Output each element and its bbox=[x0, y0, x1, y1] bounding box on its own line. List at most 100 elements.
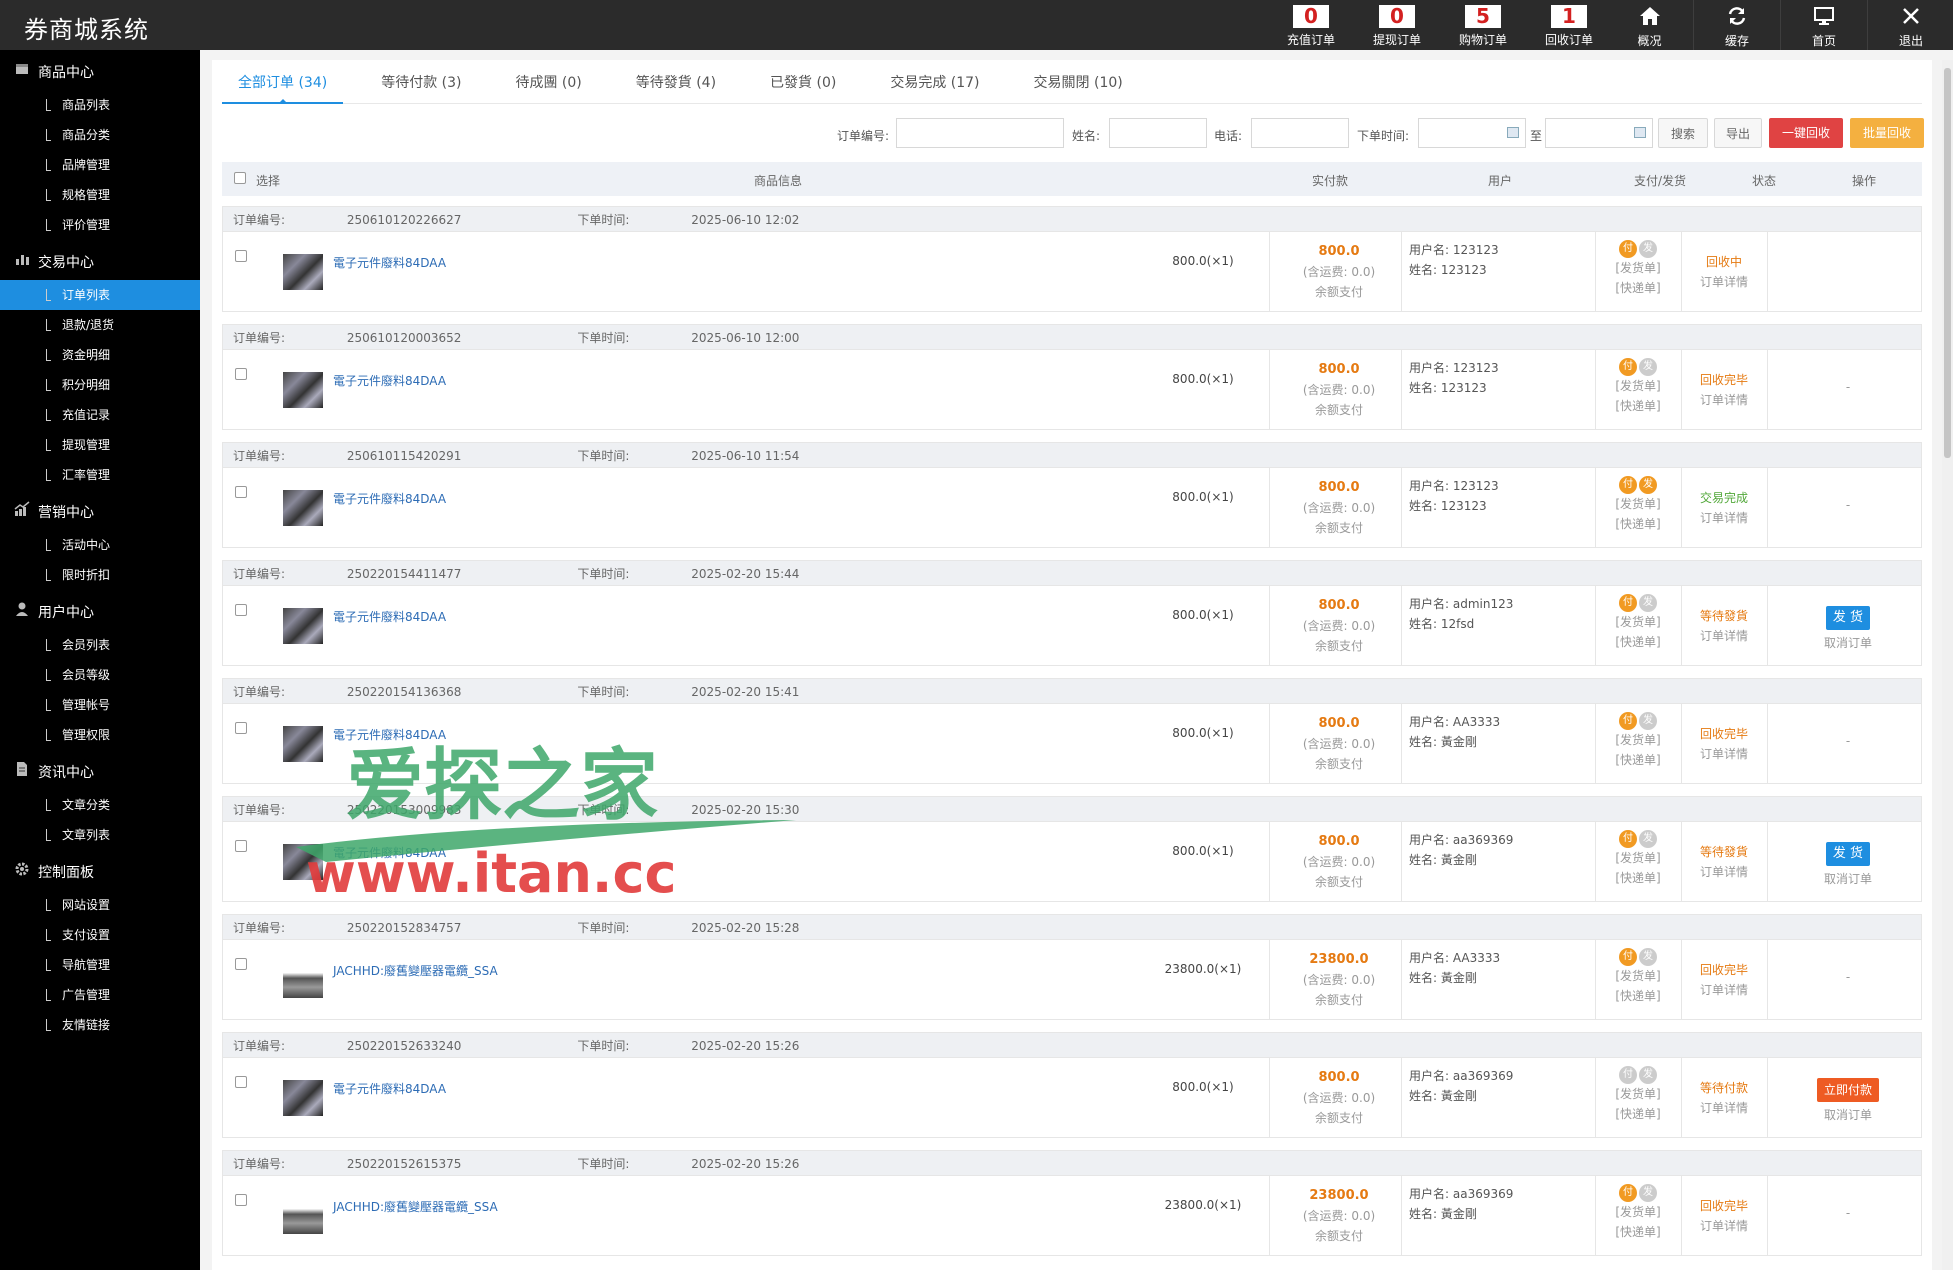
shipping-bill-link[interactable]: [发货单] bbox=[1603, 848, 1673, 868]
sidebar-group-header[interactable]: 用户中心 bbox=[0, 596, 200, 630]
express-bill-link[interactable]: [快递单] bbox=[1603, 514, 1673, 534]
cancel-order-link[interactable]: 取消订单 bbox=[1773, 870, 1923, 887]
express-bill-link[interactable]: [快递单] bbox=[1603, 1104, 1673, 1124]
ship-button[interactable]: 发 货 bbox=[1826, 842, 1870, 866]
order-detail-link[interactable]: 订单详情 bbox=[1689, 390, 1759, 410]
sidebar-item[interactable]: 会员列表 bbox=[0, 630, 200, 660]
tab-order-status[interactable]: 全部订单 (34) bbox=[222, 66, 344, 104]
sidebar-item[interactable]: 文章列表 bbox=[0, 820, 200, 850]
product-thumbnail[interactable] bbox=[283, 372, 323, 408]
counter-recycle-orders[interactable]: 1 回收订单 bbox=[1526, 0, 1612, 50]
express-bill-link[interactable]: [快递单] bbox=[1603, 632, 1673, 652]
product-thumbnail[interactable] bbox=[283, 726, 323, 762]
shipping-bill-link[interactable]: [发货单] bbox=[1603, 376, 1673, 396]
phone-input[interactable] bbox=[1251, 118, 1349, 148]
product-thumbnail[interactable] bbox=[283, 254, 323, 290]
sidebar-item[interactable]: 汇率管理 bbox=[0, 460, 200, 490]
product-name-link[interactable]: 電子元件廢料84DAA bbox=[333, 726, 446, 743]
end-date-input[interactable] bbox=[1545, 118, 1653, 148]
product-thumbnail[interactable] bbox=[283, 608, 323, 644]
nav-logout[interactable]: 退出 bbox=[1867, 0, 1953, 50]
order-detail-link[interactable]: 订单详情 bbox=[1689, 1098, 1759, 1118]
sidebar-item[interactable]: 退款/退货 bbox=[0, 310, 200, 340]
ship-button[interactable]: 发 货 bbox=[1826, 606, 1870, 630]
order-detail-link[interactable]: 订单详情 bbox=[1689, 272, 1759, 292]
scrollbar-thumb[interactable] bbox=[1944, 68, 1951, 458]
sidebar-item[interactable]: 规格管理 bbox=[0, 180, 200, 210]
shipping-bill-link[interactable]: [发货单] bbox=[1603, 1202, 1673, 1222]
sidebar-item[interactable]: 提现管理 bbox=[0, 430, 200, 460]
product-thumbnail[interactable] bbox=[283, 962, 323, 998]
sidebar-item[interactable]: 友情链接 bbox=[0, 1010, 200, 1040]
sidebar-item[interactable]: 管理帐号 bbox=[0, 690, 200, 720]
express-bill-link[interactable]: [快递单] bbox=[1603, 1222, 1673, 1242]
sidebar-item[interactable]: 积分明细 bbox=[0, 370, 200, 400]
sidebar-item[interactable]: 广告管理 bbox=[0, 980, 200, 1010]
tab-order-status[interactable]: 待成團 (0) bbox=[499, 66, 597, 104]
order-checkbox[interactable] bbox=[235, 1076, 247, 1088]
sidebar-item[interactable]: 导航管理 bbox=[0, 950, 200, 980]
sidebar-item[interactable]: 活动中心 bbox=[0, 530, 200, 560]
product-name-link[interactable]: JACHHD:廢舊變壓器電纜_SSA bbox=[333, 962, 498, 979]
order-checkbox[interactable] bbox=[235, 250, 247, 262]
sidebar-item[interactable]: 商品分类 bbox=[0, 120, 200, 150]
counter-withdraw-orders[interactable]: 0 提现订单 bbox=[1354, 0, 1440, 50]
sidebar-item[interactable]: 会员等级 bbox=[0, 660, 200, 690]
sidebar-group-header[interactable]: 营销中心 bbox=[0, 496, 200, 530]
sidebar-item[interactable]: 资金明细 bbox=[0, 340, 200, 370]
select-all-checkbox[interactable] bbox=[234, 172, 246, 184]
product-name-link[interactable]: JACHHD:廢舊變壓器電纜_SSA bbox=[333, 1198, 498, 1215]
sidebar-item[interactable]: 商品列表 bbox=[0, 90, 200, 120]
one-click-recycle-button[interactable]: 一键回收 bbox=[1769, 118, 1843, 148]
order-detail-link[interactable]: 订单详情 bbox=[1689, 744, 1759, 764]
tab-order-status[interactable]: 交易完成 (17) bbox=[874, 66, 995, 104]
tab-order-status[interactable]: 等待發貨 (4) bbox=[620, 66, 732, 104]
counter-shopping-orders[interactable]: 5 购物订单 bbox=[1440, 0, 1526, 50]
product-thumbnail[interactable] bbox=[283, 844, 323, 880]
sidebar-group-header[interactable]: 交易中心 bbox=[0, 246, 200, 280]
sidebar-item[interactable]: 文章分类 bbox=[0, 790, 200, 820]
order-checkbox[interactable] bbox=[235, 1194, 247, 1206]
sidebar-item[interactable]: 支付设置 bbox=[0, 920, 200, 950]
shipping-bill-link[interactable]: [发货单] bbox=[1603, 1084, 1673, 1104]
product-name-link[interactable]: 電子元件廢料84DAA bbox=[333, 844, 446, 861]
shipping-bill-link[interactable]: [发货单] bbox=[1603, 730, 1673, 750]
express-bill-link[interactable]: [快递单] bbox=[1603, 278, 1673, 298]
product-name-link[interactable]: 電子元件廢料84DAA bbox=[333, 372, 446, 389]
order-checkbox[interactable] bbox=[235, 840, 247, 852]
pay-now-button[interactable]: 立即付款 bbox=[1817, 1078, 1879, 1102]
product-name-link[interactable]: 電子元件廢料84DAA bbox=[333, 608, 446, 625]
order-checkbox[interactable] bbox=[235, 368, 247, 380]
counter-recharge-orders[interactable]: 0 充值订单 bbox=[1268, 0, 1354, 50]
sidebar-group-header[interactable]: 商品中心 bbox=[0, 56, 200, 90]
order-detail-link[interactable]: 订单详情 bbox=[1689, 980, 1759, 1000]
nav-overview[interactable]: 概况 bbox=[1606, 0, 1693, 50]
order-checkbox[interactable] bbox=[235, 958, 247, 970]
order-checkbox[interactable] bbox=[235, 722, 247, 734]
product-name-link[interactable]: 電子元件廢料84DAA bbox=[333, 490, 446, 507]
nav-home[interactable]: 首页 bbox=[1780, 0, 1867, 50]
order-detail-link[interactable]: 订单详情 bbox=[1689, 508, 1759, 528]
sidebar-item[interactable]: 限时折扣 bbox=[0, 560, 200, 590]
sidebar-item[interactable]: 订单列表 bbox=[0, 280, 200, 310]
tab-order-status[interactable]: 等待付款 (3) bbox=[365, 66, 477, 104]
nav-cache[interactable]: 缓存 bbox=[1693, 0, 1780, 50]
order-detail-link[interactable]: 订单详情 bbox=[1689, 626, 1759, 646]
shipping-bill-link[interactable]: [发货单] bbox=[1603, 966, 1673, 986]
tab-order-status[interactable]: 已發貨 (0) bbox=[754, 66, 852, 104]
batch-recycle-button[interactable]: 批量回收 bbox=[1850, 118, 1924, 148]
name-input[interactable] bbox=[1109, 118, 1207, 148]
express-bill-link[interactable]: [快递单] bbox=[1603, 396, 1673, 416]
express-bill-link[interactable]: [快递单] bbox=[1603, 986, 1673, 1006]
sidebar-item[interactable]: 网站设置 bbox=[0, 890, 200, 920]
sidebar-item[interactable]: 管理权限 bbox=[0, 720, 200, 750]
product-thumbnail[interactable] bbox=[283, 1198, 323, 1234]
export-button[interactable]: 导出 bbox=[1714, 118, 1762, 148]
product-name-link[interactable]: 電子元件廢料84DAA bbox=[333, 1080, 446, 1097]
order-no-input[interactable] bbox=[896, 118, 1064, 148]
shipping-bill-link[interactable]: [发货单] bbox=[1603, 494, 1673, 514]
sidebar-group-header[interactable]: 控制面板 bbox=[0, 856, 200, 890]
shipping-bill-link[interactable]: [发货单] bbox=[1603, 258, 1673, 278]
tab-order-status[interactable]: 交易關閉 (10) bbox=[1018, 66, 1139, 104]
express-bill-link[interactable]: [快递单] bbox=[1603, 868, 1673, 888]
